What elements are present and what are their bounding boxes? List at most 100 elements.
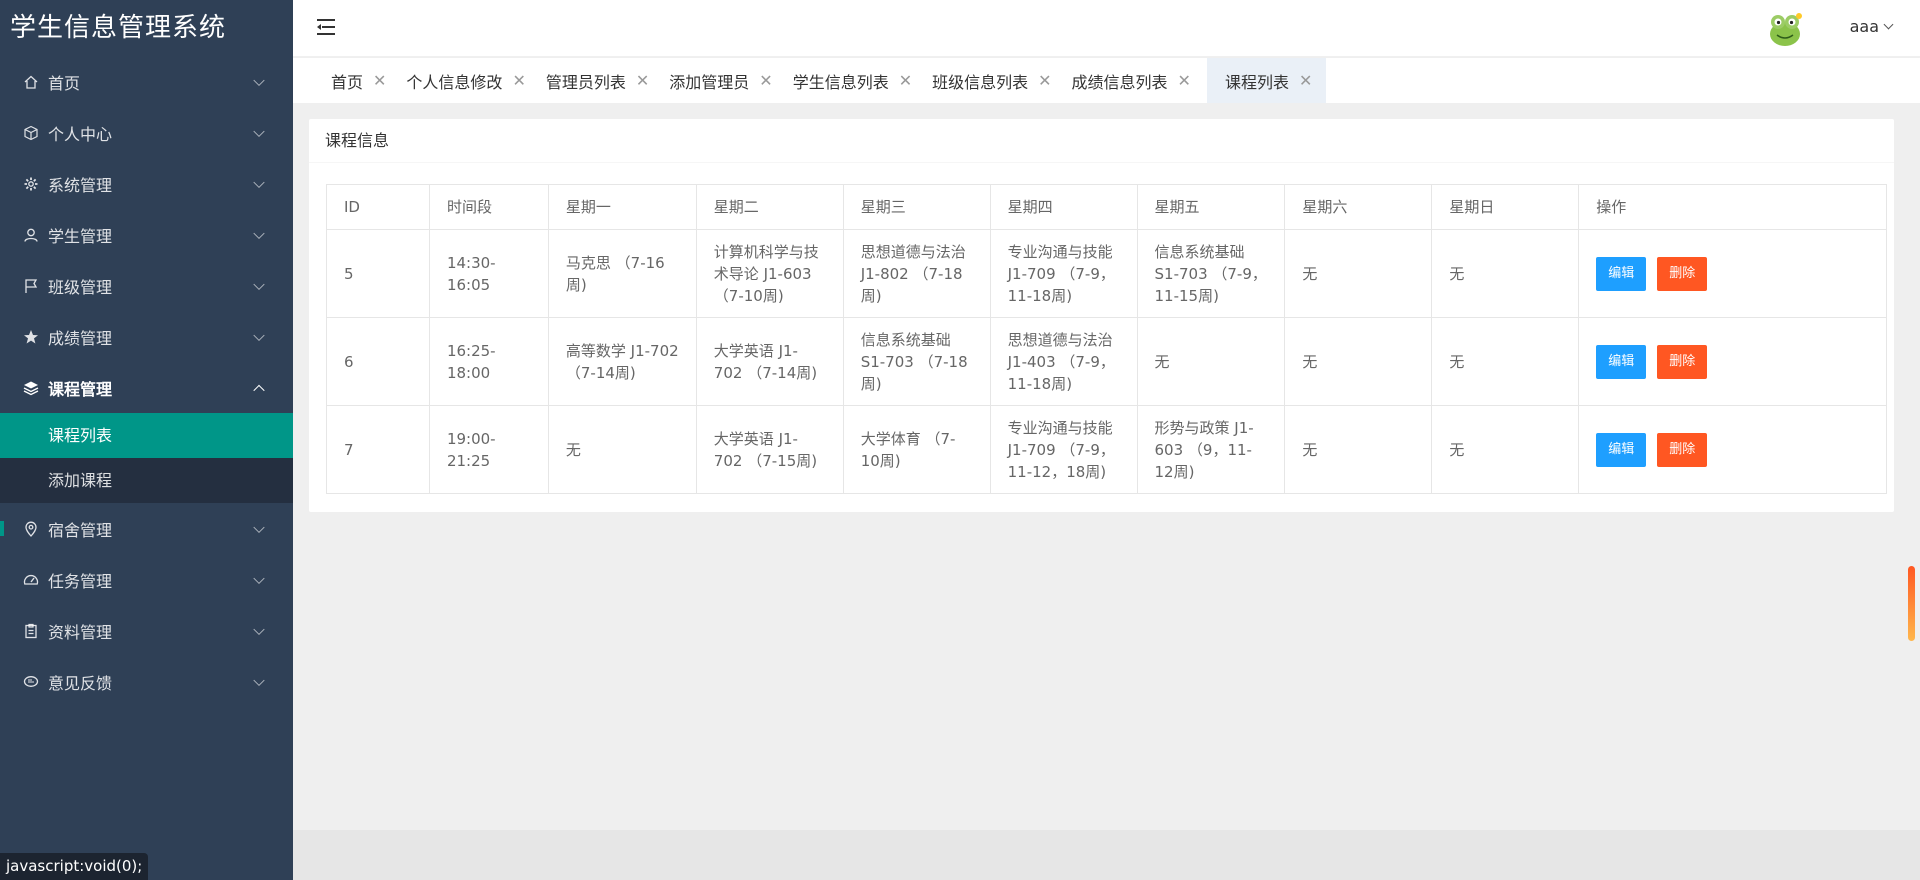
sidebar-item-label: 意见反馈	[48, 673, 113, 693]
close-icon[interactable]: ✕	[1299, 71, 1312, 90]
footer	[293, 830, 1920, 880]
main-content: 课程信息 ID 时间段 星期一 星期二 星期三 星期四 星期五 星期六 星期日 …	[293, 103, 1920, 830]
status-bar-url: javascript:void(0);	[0, 853, 149, 880]
tab-add-admin[interactable]: 添加管理员 ✕	[661, 58, 784, 103]
active-indicator	[0, 521, 4, 536]
close-icon[interactable]: ✕	[636, 71, 649, 90]
sidebar-item-label: 系统管理	[48, 175, 113, 195]
chevron-down-icon	[253, 125, 265, 137]
tab-class-list[interactable]: 班级信息列表 ✕	[924, 58, 1063, 103]
table-cell: 16:25-18:00	[428, 317, 549, 406]
close-icon[interactable]: ✕	[373, 71, 386, 90]
chevron-down-icon	[253, 227, 265, 239]
tab-label: 添加管理员	[669, 72, 750, 92]
tab-label: 课程列表	[1224, 72, 1289, 92]
sidebar-item-system[interactable]: 系统管理	[0, 158, 293, 209]
table-cell: 无	[1431, 229, 1580, 318]
column-header: ID	[326, 184, 430, 230]
sidebar-item-label: 课程管理	[48, 379, 113, 399]
table-cell: 形势与政策 J1-603 （9，11-12周)	[1136, 405, 1286, 494]
tab-bar: 首页 ✕ 个人信息修改 ✕ 管理员列表 ✕ 添加管理员 ✕ 学生信息列表 ✕ 班级信息列表…	[293, 58, 1920, 103]
chevron-down-icon	[253, 623, 265, 635]
sidebar-item-label: 宿舍管理	[48, 520, 113, 540]
tab-grade-list[interactable]: 成绩信息列表 ✕	[1064, 58, 1203, 103]
gear-icon	[22, 175, 40, 193]
tab-label: 成绩信息列表	[1071, 72, 1168, 92]
sidebar-item-classes[interactable]: 班级管理	[0, 260, 293, 311]
top-header: aaa	[293, 0, 1920, 57]
chevron-down-icon	[253, 572, 265, 584]
column-header: 星期二	[695, 184, 844, 230]
delete-button[interactable]: 删除	[1657, 344, 1708, 379]
sidebar: 学生信息管理系统 首页 个人中心 系统管理 学生管理 班级管理 成绩管理 课程管…	[0, 0, 293, 880]
table-cell: 7	[326, 405, 430, 494]
chevron-up-icon	[253, 384, 265, 396]
chevron-down-icon	[253, 329, 265, 341]
delete-button[interactable]: 删除	[1657, 432, 1708, 467]
sidebar-item-students[interactable]: 学生管理	[0, 209, 293, 260]
delete-button[interactable]: 删除	[1657, 256, 1708, 291]
table-cell: 无	[1136, 317, 1286, 406]
tab-course-list[interactable]: 课程列表 ✕	[1206, 58, 1327, 103]
location-icon	[22, 520, 40, 538]
edit-button[interactable]: 编辑	[1596, 432, 1647, 467]
tab-label: 管理员列表	[545, 72, 626, 92]
close-icon[interactable]: ✕	[512, 71, 525, 90]
table-cell: 19:00-21:25	[428, 405, 549, 494]
star-icon	[22, 328, 40, 346]
tab-label: 学生信息列表	[792, 72, 889, 92]
home-icon	[22, 73, 40, 91]
user-icon	[22, 226, 40, 244]
column-header: 操作	[1578, 184, 1887, 230]
table-cell: 14:30-16:05	[428, 229, 549, 318]
table-row: 5 14:30-16:05 马克思 （7-16周) 计算机科学与技术导论 J1-…	[326, 229, 1887, 318]
avatar[interactable]	[1765, 10, 1805, 48]
sidebar-item-feedback[interactable]: 意见反馈	[0, 656, 293, 707]
table-cell: 思想道德与法治 J1-802 （7-18周)	[842, 229, 991, 318]
sidebar-item-personal-center[interactable]: 个人中心	[0, 107, 293, 158]
table-cell: 专业沟通与技能 J1-709 （7-9，11-12，18周)	[989, 405, 1138, 494]
close-icon[interactable]: ✕	[1038, 71, 1051, 90]
edit-button[interactable]: 编辑	[1596, 256, 1647, 291]
table-cell: 高等数学 J1-702 （7-14周)	[547, 317, 697, 406]
table-cell: 无	[547, 405, 697, 494]
table-cell: 专业沟通与技能 J1-709 （7-9，11-18周)	[989, 229, 1138, 318]
layers-icon	[22, 379, 40, 397]
table-cell: 大学英语 J1-702 （7-14周)	[695, 317, 844, 406]
tab-profile-edit[interactable]: 个人信息修改 ✕	[398, 58, 537, 103]
sidebar-item-label: 个人中心	[48, 124, 113, 144]
chevron-down-icon	[253, 74, 265, 86]
close-icon[interactable]: ✕	[1178, 71, 1191, 90]
sidebar-item-grades[interactable]: 成绩管理	[0, 311, 293, 362]
column-header: 星期日	[1431, 184, 1580, 230]
sidebar-subitem-course-list[interactable]: 课程列表	[0, 413, 293, 458]
tab-label: 首页	[331, 72, 364, 92]
table-cell: 无	[1431, 317, 1580, 406]
table-cell: 无	[1284, 229, 1433, 318]
user-menu[interactable]: aaa	[1849, 17, 1894, 36]
tab-home[interactable]: 首页 ✕	[323, 58, 398, 103]
tab-admin-list[interactable]: 管理员列表 ✕	[538, 58, 661, 103]
table-cell: 信息系统基础 S1-703 （7-18周)	[842, 317, 991, 406]
sidebar-item-documents[interactable]: 资料管理	[0, 605, 293, 656]
course-table: ID 时间段 星期一 星期二 星期三 星期四 星期五 星期六 星期日 操作 5 …	[326, 184, 1887, 494]
sidebar-item-label: 资料管理	[48, 622, 113, 642]
sidebar-item-courses[interactable]: 课程管理	[0, 362, 293, 413]
sidebar-item-tasks[interactable]: 任务管理	[0, 554, 293, 605]
scrollbar-thumb[interactable]	[1908, 566, 1915, 641]
sidebar-subitem-add-course[interactable]: 添加课程	[0, 458, 293, 503]
table-cell: 无	[1284, 317, 1433, 406]
sidebar-item-label: 班级管理	[48, 277, 113, 297]
menu-toggle-icon[interactable]	[317, 18, 335, 36]
tab-student-list[interactable]: 学生信息列表 ✕	[785, 58, 924, 103]
sidebar-item-dorm[interactable]: 宿舍管理	[0, 503, 293, 554]
close-icon[interactable]: ✕	[759, 71, 772, 90]
table-cell: 大学体育 （7-10周)	[842, 405, 991, 494]
username: aaa	[1849, 17, 1879, 36]
table-cell: 思想道德与法治 J1-403 （7-9，11-18周)	[989, 317, 1138, 406]
close-icon[interactable]: ✕	[899, 71, 912, 90]
sidebar-item-home[interactable]: 首页	[0, 56, 293, 107]
column-header: 星期三	[842, 184, 991, 230]
card-title: 课程信息	[309, 119, 1894, 163]
edit-button[interactable]: 编辑	[1596, 344, 1647, 379]
